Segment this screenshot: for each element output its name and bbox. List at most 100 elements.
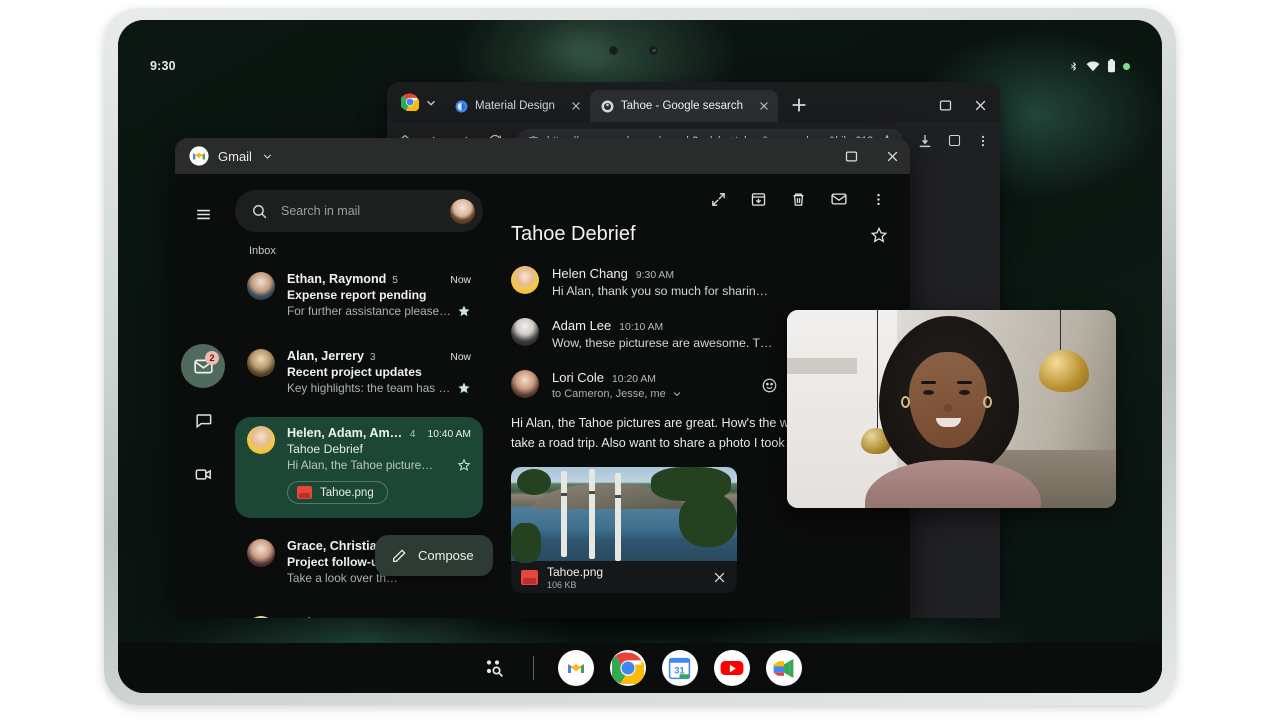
close-icon[interactable]	[712, 570, 727, 585]
star-icon[interactable]	[457, 381, 471, 395]
eye	[959, 390, 970, 395]
calendar-day-number: 31	[674, 665, 684, 675]
folder-label: Inbox	[249, 245, 493, 257]
chevron-down-icon[interactable]	[261, 150, 274, 163]
close-icon[interactable]	[885, 149, 900, 164]
gmail-title-bar: Gmail	[175, 138, 910, 174]
new-tab-button[interactable]	[788, 94, 810, 116]
tab-count-icon[interactable]	[947, 133, 962, 148]
google-meet-icon	[771, 656, 796, 681]
hamburger-menu-button[interactable]	[181, 192, 225, 236]
hamburger-menu-icon	[194, 205, 213, 224]
emoji-icon[interactable]	[761, 377, 778, 394]
foliage	[679, 493, 737, 547]
browser-tab-material-design[interactable]: Material Design	[444, 90, 590, 122]
tab-close-icon[interactable]	[758, 100, 770, 112]
chevron-down-icon[interactable]	[671, 388, 683, 400]
eye	[923, 390, 934, 395]
message-sender: Alan, Jerrery	[287, 349, 364, 363]
message-count: 4	[410, 429, 416, 440]
earring	[901, 396, 910, 408]
taskbar-app-chrome[interactable]	[610, 646, 646, 690]
message-subject: Tahoe Debrief	[287, 442, 471, 456]
compose-button[interactable]: Compose	[375, 535, 493, 576]
taskbar-app-youtube[interactable]	[714, 646, 750, 690]
tab-close-icon[interactable]	[570, 100, 582, 112]
screenshot-root: 9:30 Material	[0, 0, 1280, 720]
search-placeholder: Search in mail	[281, 204, 437, 218]
birch-tree	[589, 469, 595, 559]
message-time: 9:30 AM	[636, 270, 674, 281]
gmail-icon	[564, 656, 588, 680]
message-sender: Ethan, Raymond	[287, 272, 386, 286]
message-count: 5	[392, 275, 398, 286]
taskbar-app-meet[interactable]	[766, 646, 802, 690]
detail-action-bar	[511, 190, 888, 208]
avatar	[511, 318, 539, 346]
avatar	[247, 616, 275, 618]
pencil-icon	[391, 548, 407, 564]
message-snippet: For further assistance please…	[287, 304, 451, 318]
lake-tahoe-photo	[511, 467, 737, 561]
maximize-icon[interactable]	[938, 98, 953, 113]
star-outline-icon[interactable]	[457, 458, 471, 472]
star-icon[interactable]	[457, 304, 471, 318]
list-item[interactable]: Helen, Adam, Amanda 4 10:40 AM Tahoe Deb…	[235, 417, 483, 518]
more-vert-icon[interactable]	[871, 191, 886, 208]
avatar	[247, 426, 275, 454]
attachment-name: Tahoe.png	[547, 565, 703, 579]
archive-icon[interactable]	[750, 191, 767, 208]
gmail-app-name: Gmail	[218, 149, 252, 164]
download-icon[interactable]	[917, 133, 933, 149]
list-item[interactable]: Lori, Susan 2 8:22 AM	[235, 607, 483, 618]
rail-item-meet[interactable]	[181, 452, 225, 496]
taskbar-app-calendar[interactable]: 31	[662, 646, 698, 690]
mail-unread-badge: 2	[205, 351, 219, 365]
compose-label: Compose	[418, 548, 474, 563]
chat-bubble-icon	[194, 411, 213, 430]
detail-title-row: Tahoe Debrief	[511, 223, 888, 246]
message-subject: Recent project updates	[287, 365, 471, 379]
expand-icon[interactable]	[710, 191, 727, 208]
attachment-card[interactable]: Tahoe.png 106 KB	[511, 467, 737, 593]
taskbar-divider	[533, 656, 534, 680]
taskbar-app-gmail[interactable]	[558, 646, 594, 690]
avatar	[247, 272, 275, 300]
message-time: 10:20 AM	[612, 374, 656, 385]
mouth	[936, 418, 961, 427]
participant-face	[909, 352, 987, 448]
thread-message[interactable]: Helen Chang 9:30 AM Hi Alan, thank you s…	[511, 266, 888, 298]
chrome-tab-search-chevron-down-icon[interactable]	[424, 96, 438, 110]
message-snippet: Hi Alan, the Tahoe picture…	[287, 458, 451, 472]
video-camera-icon	[194, 465, 213, 484]
attachment-chip[interactable]: Tahoe.png	[287, 481, 388, 504]
list-item[interactable]: Alan, Jerrery 3 Now Recent project updat…	[235, 340, 483, 405]
message-time: 10:40 AM	[421, 429, 471, 440]
app-launcher-icon[interactable]	[479, 653, 509, 683]
rail-item-mail[interactable]: 2	[181, 344, 225, 388]
eyebrow	[957, 381, 972, 384]
close-icon[interactable]	[973, 98, 988, 113]
rail-item-chat[interactable]	[181, 398, 225, 442]
bluetooth-icon	[1068, 60, 1079, 73]
avatar	[247, 539, 275, 567]
browser-tab-tahoe-google-search[interactable]: Tahoe - Google sesarch	[590, 90, 778, 122]
list-item[interactable]: Ethan, Raymond 5 Now Expense report pend…	[235, 263, 483, 328]
delete-icon[interactable]	[790, 191, 807, 208]
avatar[interactable]	[450, 199, 475, 224]
chrome-logo-icon[interactable]	[401, 93, 419, 111]
chrome-icon	[612, 652, 644, 684]
star-outline-icon[interactable]	[870, 226, 888, 244]
message-time: Now	[444, 275, 471, 286]
search-input[interactable]: Search in mail	[235, 190, 483, 232]
chrome-menu-more-vert-icon[interactable]	[976, 133, 990, 149]
pendant-lamp-large-icon	[1039, 350, 1089, 392]
birch-tree	[561, 471, 567, 557]
maximize-icon[interactable]	[844, 149, 859, 164]
status-bar: 9:30	[118, 52, 1162, 80]
message-recipients[interactable]: to Cameron, Jesse, me	[552, 388, 738, 400]
video-call-pip[interactable]	[787, 310, 1116, 508]
attachment-chip-label: Tahoe.png	[320, 487, 374, 499]
mark-unread-icon[interactable]	[830, 190, 848, 208]
avatar	[247, 349, 275, 377]
